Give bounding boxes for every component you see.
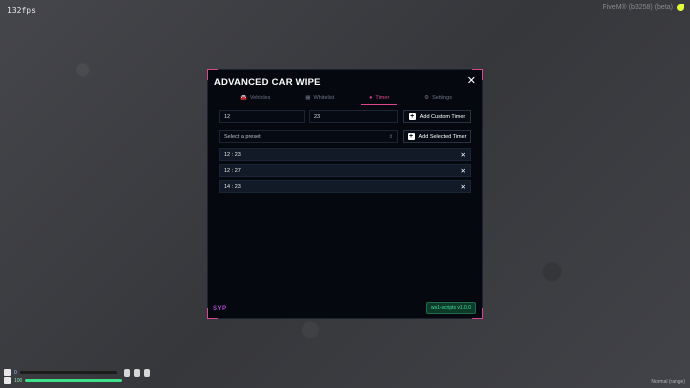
hud-status-icons <box>124 369 150 377</box>
fivem-label: FiveM® (b3258) (beta) <box>602 4 673 11</box>
tab-label: Settings <box>432 94 452 101</box>
remove-timer-icon[interactable]: ✕ <box>461 167 466 175</box>
timer-row: 12 : 27 ✕ <box>219 164 471 177</box>
brand-logo: SYP <box>213 306 227 312</box>
tab-whitelist[interactable]: ▦ Whitelist <box>295 92 344 103</box>
health-bar-fill <box>25 379 123 382</box>
health-value: 100 <box>14 377 23 384</box>
tab-vehicles[interactable]: 🚘 Vehicles <box>230 92 280 103</box>
timer-icon: ● <box>369 94 373 101</box>
armor-bar <box>19 371 117 374</box>
add-selected-timer-label: Add Selected Timer <box>418 133 467 140</box>
voice-mode-label: Normal (range) <box>651 379 685 385</box>
gear-icon: ⚙ <box>424 94 430 101</box>
shield-icon <box>4 369 11 376</box>
version-badge: ws1-scripts v1.0.0 <box>425 302 476 314</box>
minute-input[interactable]: 23 <box>309 110 398 123</box>
timer-row: 14 : 23 ✕ <box>219 180 471 193</box>
fivem-logo-icon <box>677 4 684 11</box>
health-bar <box>25 379 123 382</box>
tab-bar: 🚘 Vehicles ▦ Whitelist ● Timer ⚙ Setting… <box>230 92 462 105</box>
timer-time: 12 : 27 <box>224 167 241 174</box>
car-wipe-window: ADVANCED CAR WIPE ✕ 🚘 Vehicles ▦ Whiteli… <box>207 69 483 319</box>
mic-icon <box>124 369 130 377</box>
radio-icon <box>134 369 140 377</box>
health-row: 100 <box>4 377 123 384</box>
tab-label: Vehicles <box>249 94 271 101</box>
heart-icon <box>4 377 11 384</box>
window-title: ADVANCED CAR WIPE <box>214 77 321 88</box>
plus-icon: + <box>408 113 416 120</box>
tab-label: Timer <box>375 94 390 101</box>
timer-time: 12 : 23 <box>224 151 241 158</box>
cup-icon <box>144 369 150 377</box>
plus-icon: + <box>407 133 415 140</box>
armor-value: 0 <box>14 369 17 376</box>
preset-select[interactable]: Select a preset ⇕ <box>219 130 398 143</box>
fivem-watermark: FiveM® (b3258) (beta) <box>602 4 684 11</box>
armor-row: 0 <box>4 369 117 376</box>
add-custom-timer-label: Add Custom Timer <box>419 113 466 120</box>
timer-row: 12 : 23 ✕ <box>219 148 471 161</box>
tab-timer[interactable]: ● Timer <box>359 92 399 105</box>
tab-settings[interactable]: ⚙ Settings <box>414 92 462 103</box>
chevron-updown-icon: ⇕ <box>388 133 393 140</box>
tab-label: Whitelist <box>313 94 335 101</box>
timer-time: 14 : 23 <box>224 183 241 190</box>
car-icon: 🚘 <box>240 94 247 101</box>
add-selected-timer-button[interactable]: + Add Selected Timer <box>403 130 471 143</box>
close-icon[interactable]: ✕ <box>467 74 476 87</box>
fps-counter: 132fps <box>7 6 36 15</box>
list-icon: ▦ <box>305 94 311 101</box>
hour-input[interactable]: 12 <box>219 110 305 123</box>
remove-timer-icon[interactable]: ✕ <box>461 183 466 191</box>
add-custom-timer-button[interactable]: + Add Custom Timer <box>403 110 471 123</box>
remove-timer-icon[interactable]: ✕ <box>461 151 466 159</box>
preset-placeholder: Select a preset <box>224 133 261 140</box>
